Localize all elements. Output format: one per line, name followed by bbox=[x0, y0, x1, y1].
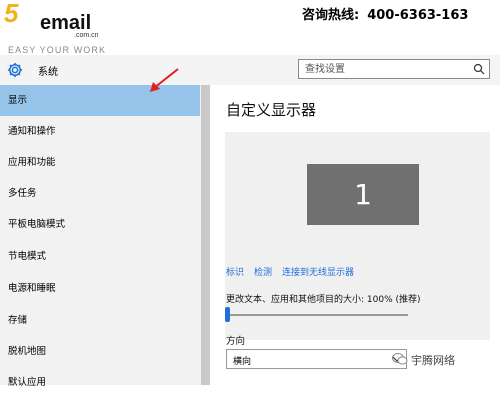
detect-link[interactable]: 检测 bbox=[254, 268, 272, 278]
company-logo: 5 email .com.cn EASY YOUR WORK bbox=[2, 0, 142, 55]
orientation-select[interactable]: 横向 bbox=[226, 349, 407, 369]
sidebar-item-multitasking[interactable]: 多任务 bbox=[0, 178, 200, 209]
watermark-text: 宇腾网络 bbox=[411, 354, 455, 367]
hotline: 咨询热线: 400-6363-163 bbox=[302, 4, 468, 23]
logo-domain: .com.cn bbox=[74, 32, 99, 39]
display-links: 标识 检测 连接到无线显示器 bbox=[226, 265, 364, 278]
site-banner: 5 email .com.cn EASY YOUR WORK 咨询热线: 400-… bbox=[0, 0, 500, 55]
settings-header: 系统 bbox=[0, 55, 500, 85]
main-content: 自定义显示器 1 标识 检测 连接到无线显示器 更改文本、应用和其他项目的大小: 1… bbox=[210, 85, 500, 385]
search-icon[interactable] bbox=[473, 63, 485, 75]
gear-icon[interactable] bbox=[6, 61, 24, 79]
orientation-label: 方向 bbox=[226, 336, 246, 347]
monitor-tile[interactable]: 1 bbox=[307, 164, 419, 225]
sidebar-item-storage[interactable]: 存储 bbox=[0, 305, 200, 336]
scale-slider-track[interactable] bbox=[226, 314, 408, 316]
sidebar-item-tablet-mode[interactable]: 平板电脑模式 bbox=[0, 209, 200, 240]
sidebar-item-apps[interactable]: 应用和功能 bbox=[0, 147, 200, 178]
scale-label: 更改文本、应用和其他项目的大小: 100% (推荐) bbox=[226, 295, 421, 305]
app-title: 系统 bbox=[38, 67, 58, 78]
logo-number: 5 bbox=[4, 0, 19, 28]
search-box[interactable] bbox=[298, 59, 490, 79]
identify-link[interactable]: 标识 bbox=[226, 268, 244, 278]
search-input[interactable] bbox=[299, 60, 475, 78]
sidebar-item-power-sleep[interactable]: 电源和睡眠 bbox=[0, 273, 200, 304]
monitor-arrangement: 1 bbox=[225, 132, 490, 340]
red-arrow-annotation bbox=[150, 68, 179, 92]
page-title: 自定义显示器 bbox=[226, 101, 317, 119]
orientation-value: 横向 bbox=[233, 357, 252, 367]
sidebar-item-notifications[interactable]: 通知和操作 bbox=[0, 116, 200, 147]
connect-wireless-link[interactable]: 连接到无线显示器 bbox=[282, 268, 354, 278]
sidebar-item-default-apps[interactable]: 默认应用 bbox=[0, 367, 200, 398]
hotline-label: 咨询热线: bbox=[302, 8, 360, 23]
sidebar-scrollbar[interactable] bbox=[201, 85, 210, 385]
sidebar: 显示 通知和操作 应用和功能 多任务 平板电脑模式 节电模式 电源和睡眠 存储 … bbox=[0, 85, 210, 388]
scale-slider-thumb[interactable] bbox=[225, 307, 230, 322]
sidebar-item-battery-saver[interactable]: 节电模式 bbox=[0, 241, 200, 272]
sidebar-item-offline-maps[interactable]: 脱机地图 bbox=[0, 336, 200, 367]
wechat-icon bbox=[392, 353, 408, 365]
logo-slogan: EASY YOUR WORK bbox=[8, 45, 107, 55]
hotline-number: 400-6363-163 bbox=[367, 8, 469, 23]
